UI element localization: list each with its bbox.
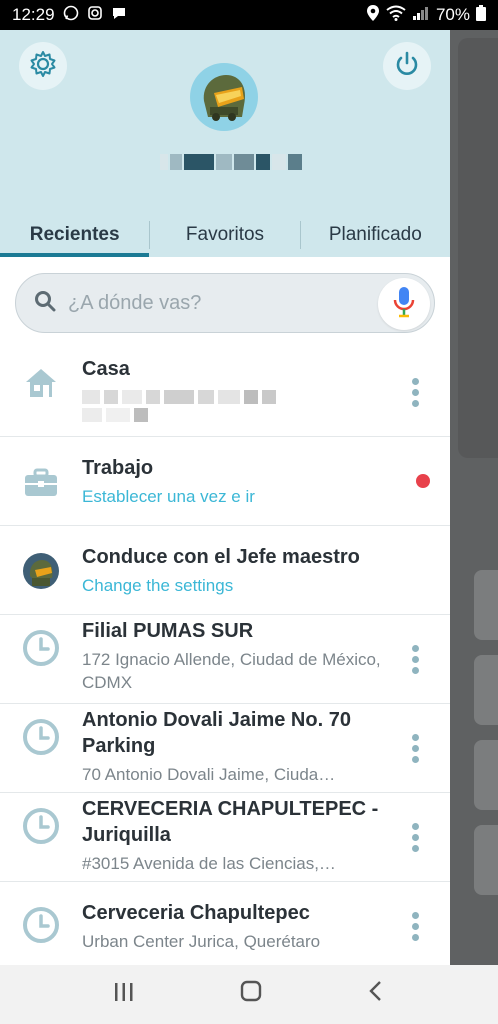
list-item[interactable]: Antonio Dovali Jaime No. 70 Parking 70 A…: [0, 704, 450, 793]
item-address: 70 Antonio Dovali Jaime, Ciuda…: [82, 765, 336, 784]
settings-gear-icon: [28, 49, 58, 84]
recent-destinations-list: Casa Trabajo Establecer una vez e ir Con…: [0, 348, 450, 969]
item-address: #3015 Avenida de las Ciencias,…: [82, 854, 336, 873]
map-card: [474, 825, 498, 895]
wifi-icon: [386, 5, 406, 26]
search-icon: [34, 290, 56, 317]
more-options-icon[interactable]: [410, 734, 420, 763]
location-icon: [366, 4, 380, 27]
tab-favoritos[interactable]: Favoritos: [150, 217, 299, 257]
helmet-avatar-icon: [203, 75, 246, 121]
status-bar: 12:29 70%: [0, 0, 498, 30]
search-bar[interactable]: ¿A dónde vas?: [15, 273, 435, 333]
master-chief-avatar-icon: [22, 552, 60, 590]
home-button[interactable]: [239, 979, 263, 1010]
map-card: [474, 740, 498, 810]
clock-icon: [22, 629, 60, 667]
item-title: Trabajo: [82, 457, 154, 479]
power-button[interactable]: [383, 42, 431, 90]
change-settings-link[interactable]: Change the settings: [82, 574, 390, 597]
clock-icon: [22, 906, 60, 944]
signal-icon: [412, 5, 430, 26]
briefcase-icon: [22, 464, 60, 502]
power-icon: [392, 49, 422, 84]
username-redacted: [160, 154, 320, 172]
list-item-casa[interactable]: Casa: [0, 348, 450, 437]
user-avatar[interactable]: [190, 63, 258, 131]
more-options-icon[interactable]: [410, 912, 420, 941]
home-nav-icon: [240, 980, 262, 1002]
list-item-trabajo[interactable]: Trabajo Establecer una vez e ir: [0, 437, 450, 526]
system-nav-bar: [0, 965, 498, 1024]
clock-icon: [22, 807, 60, 845]
instagram-icon: [87, 5, 103, 26]
tab-planificado[interactable]: Planificado: [301, 217, 450, 257]
voice-search-button[interactable]: [378, 278, 430, 330]
back-button[interactable]: [366, 979, 386, 1010]
battery-percent: 70%: [435, 5, 470, 24]
settings-button[interactable]: [19, 42, 67, 90]
item-address: 172 Ignacio Allende, Ciudad de México, C…: [82, 650, 381, 692]
item-title: Cerveceria Chapultepec: [82, 902, 310, 924]
item-title: Conduce con el Jefe maestro: [82, 546, 360, 568]
list-item[interactable]: CERVECERIA CHAPULTEPEC - Juriquilla #301…: [0, 793, 450, 882]
recent-apps-icon: [114, 983, 133, 1001]
map-overlay-shape: [458, 38, 498, 458]
status-time: 12:29: [12, 5, 55, 24]
map-card: [474, 655, 498, 725]
battery-icon: [476, 4, 486, 26]
list-item[interactable]: Filial PUMAS SUR 172 Ignacio Allende, Ci…: [0, 615, 450, 704]
item-title: Casa: [82, 358, 130, 380]
whatsapp-icon: [63, 5, 79, 26]
chat-icon: [111, 5, 127, 26]
list-item-jefe-maestro[interactable]: Conduce con el Jefe maestro Change the s…: [0, 526, 450, 615]
more-options-icon[interactable]: [410, 378, 420, 407]
map-card: [474, 570, 498, 640]
drawer-header: Recientes Favoritos Planificado: [0, 30, 450, 257]
notification-dot: [416, 474, 430, 488]
home-icon: [22, 364, 60, 402]
back-icon: [369, 981, 382, 1001]
item-address: Urban Center Jurica, Querétaro: [82, 932, 321, 951]
recent-apps-button[interactable]: [112, 979, 136, 1010]
search-placeholder: ¿A dónde vas?: [68, 291, 202, 314]
clock-icon: [22, 718, 60, 756]
microphone-icon: [393, 286, 415, 323]
list-item[interactable]: Cerveceria Chapultepec Urban Center Juri…: [0, 882, 450, 969]
item-title: Filial PUMAS SUR: [82, 620, 254, 642]
more-options-icon[interactable]: [410, 823, 420, 852]
map-backdrop[interactable]: [450, 30, 498, 965]
address-redacted: [82, 390, 390, 426]
set-work-link[interactable]: Establecer una vez e ir: [82, 485, 390, 508]
item-title: Antonio Dovali Jaime No. 70 Parking: [82, 709, 351, 757]
side-drawer: Recientes Favoritos Planificado ¿A dónde…: [0, 30, 450, 965]
tab-recientes[interactable]: Recientes: [0, 217, 150, 257]
item-title: CERVECERIA CHAPULTEPEC - Juriquilla: [82, 798, 379, 846]
drawer-tabs: Recientes Favoritos Planificado: [0, 217, 450, 257]
more-options-icon[interactable]: [410, 645, 420, 674]
